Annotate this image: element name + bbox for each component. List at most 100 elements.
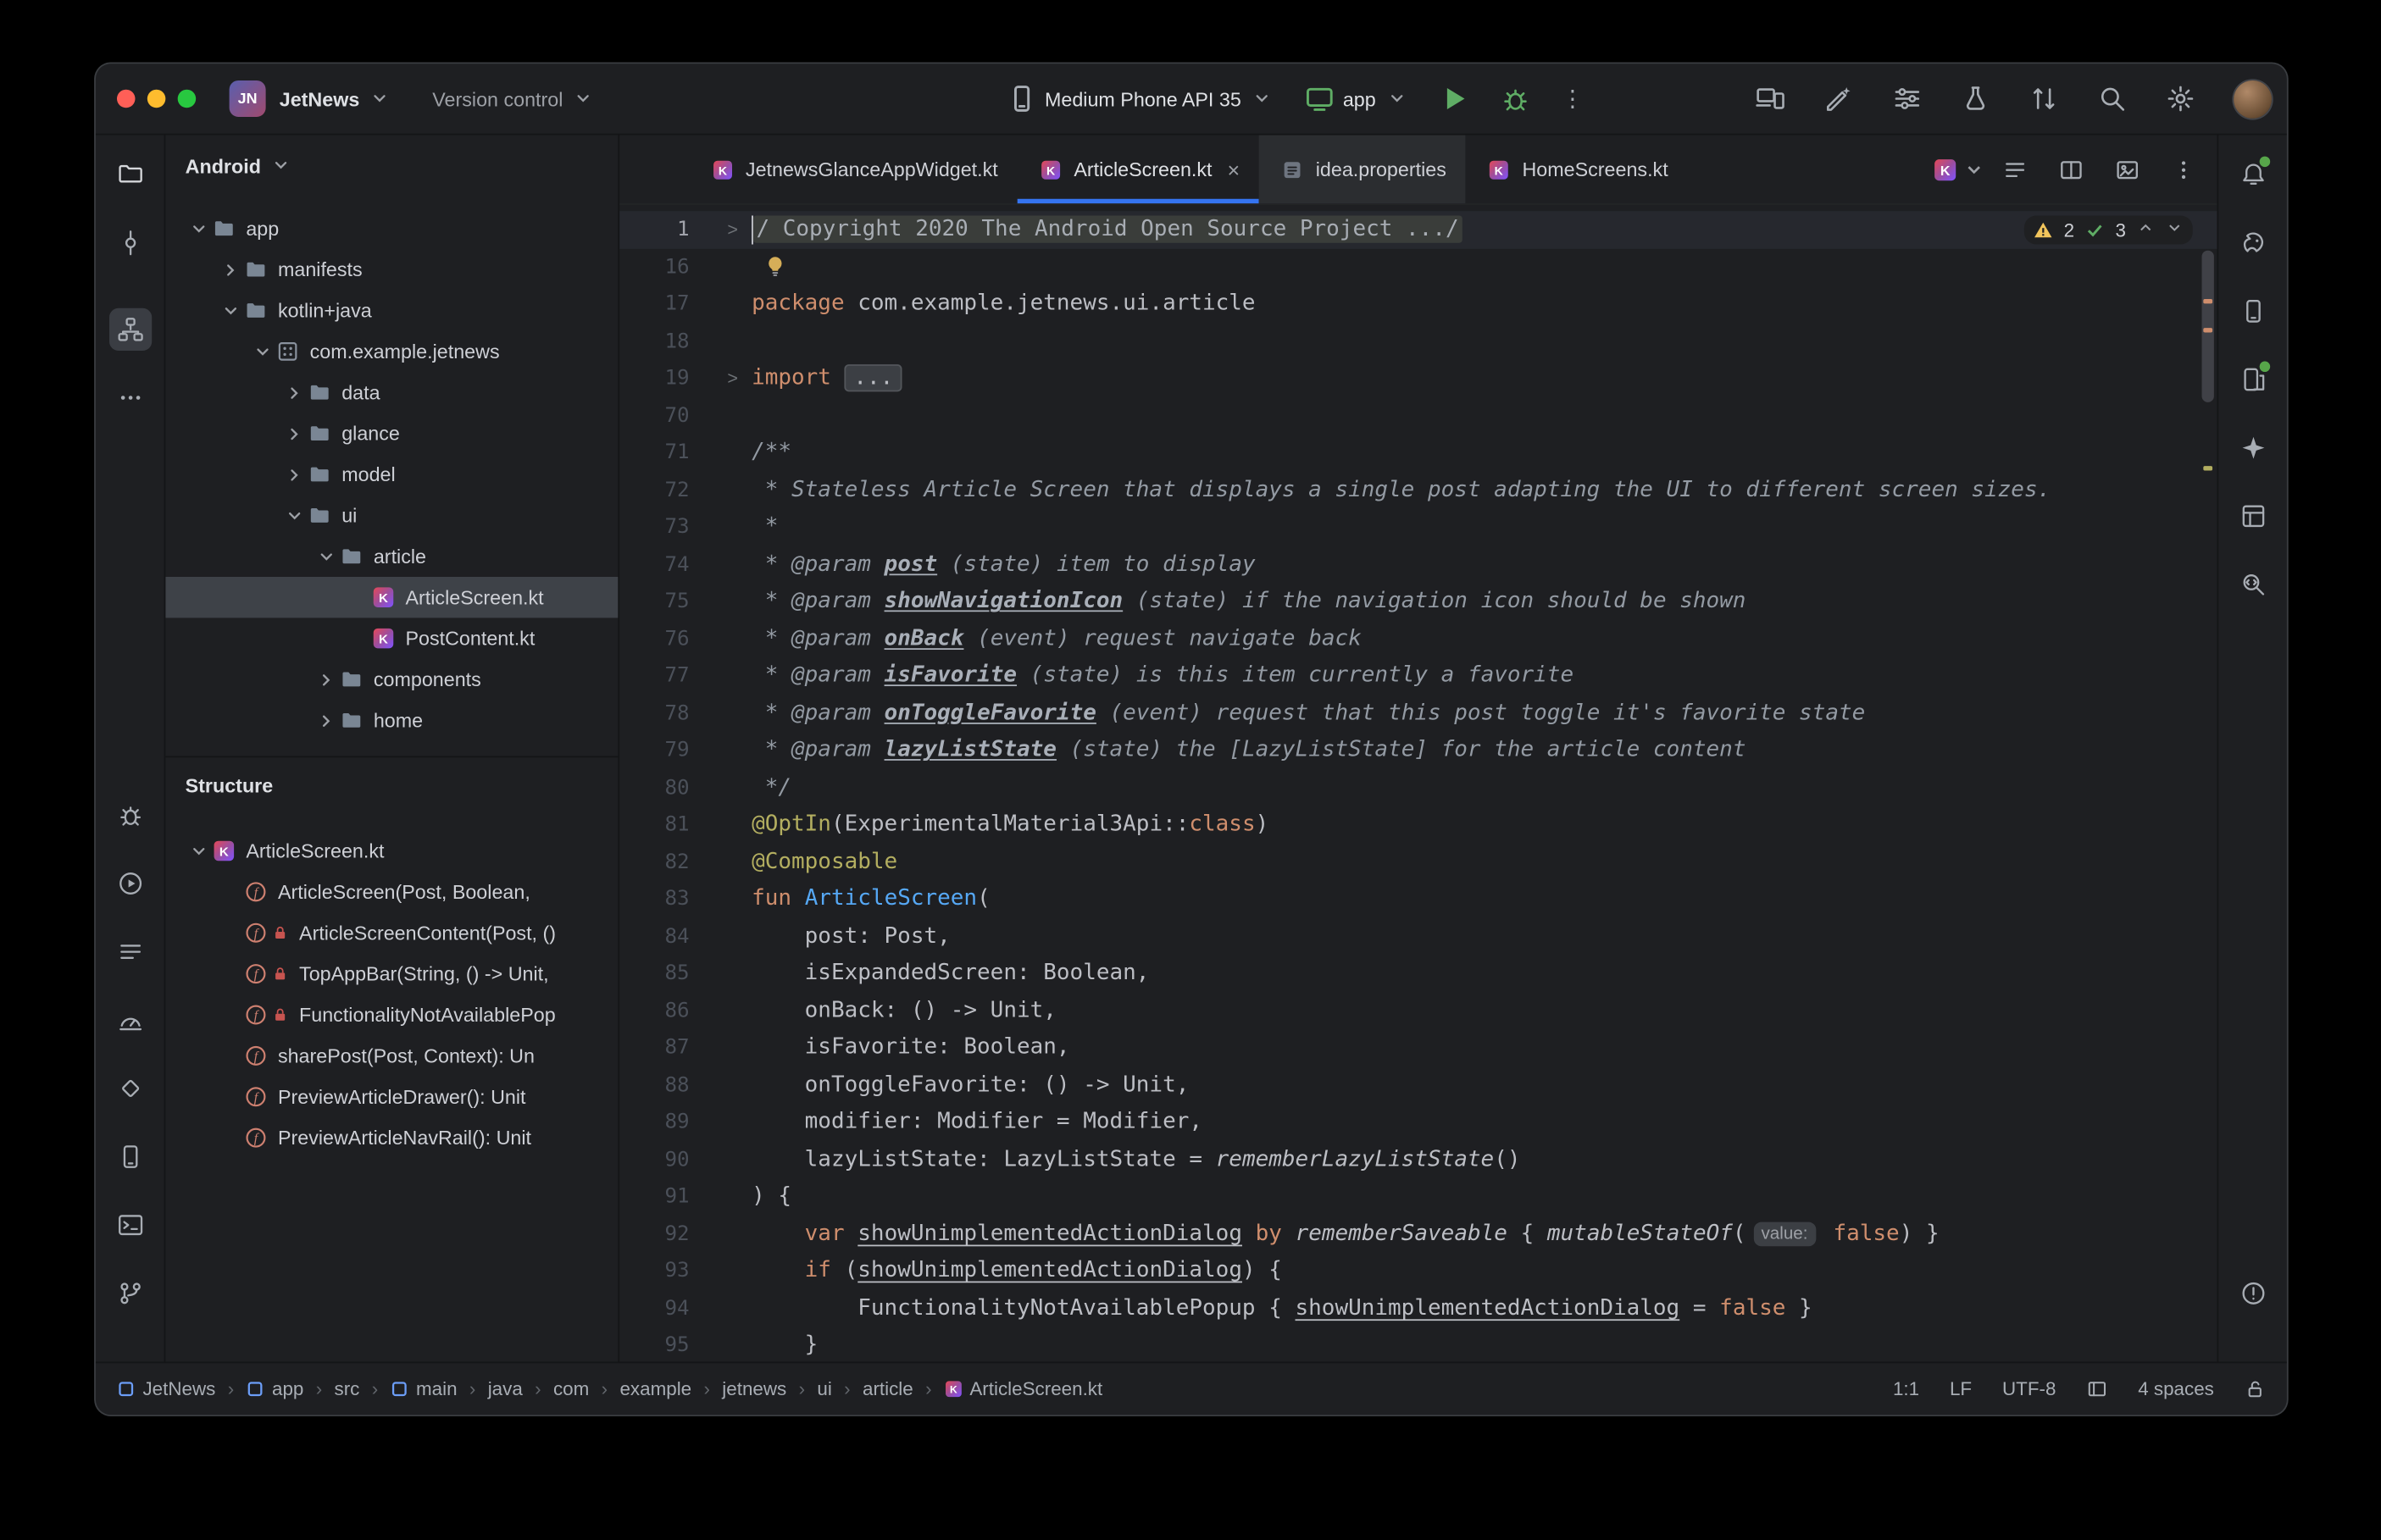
- inspections-widget[interactable]: 2 3: [2024, 215, 2193, 244]
- code-line[interactable]: 79 * @param lazyListState (state) the [L…: [619, 732, 2217, 769]
- device-mirroring-icon[interactable]: [1756, 84, 1786, 114]
- code-line[interactable]: 16: [619, 248, 2217, 285]
- breadcrumb-jetnews[interactable]: JetNews: [117, 1378, 215, 1399]
- tree-item-previewarticledrawer-unit[interactable]: fPreviewArticleDrawer(): Unit: [165, 1077, 618, 1117]
- chevron-right-icon[interactable]: [313, 668, 338, 690]
- tree-item-sharepost-post-context-un[interactable]: fsharePost(Post, Context): Un: [165, 1035, 618, 1076]
- code-line[interactable]: 72 * Stateless Article Screen that displ…: [619, 471, 2217, 508]
- code-line[interactable]: 80 */: [619, 769, 2217, 806]
- code-line[interactable]: 82@Composable: [619, 844, 2217, 881]
- chevron-down-icon[interactable]: [313, 546, 338, 567]
- display-settings-icon[interactable]: [1892, 84, 1923, 114]
- chevron-down-icon[interactable]: [249, 341, 275, 362]
- find-icon[interactable]: [2231, 563, 2273, 606]
- ai-assist-icon[interactable]: [1823, 84, 1854, 114]
- close-window-button[interactable]: [117, 90, 136, 108]
- caret-position[interactable]: 1:1: [1893, 1378, 1919, 1399]
- search-icon[interactable]: [2097, 84, 2128, 114]
- code-line[interactable]: 88 onToggleFavorite: () -> Unit,: [619, 1066, 2217, 1104]
- commit-icon[interactable]: [108, 222, 151, 264]
- tree-item-articlescreen-kt[interactable]: KArticleScreen.kt: [165, 577, 618, 618]
- project-widget[interactable]: JetNews: [266, 87, 393, 110]
- close-tab-icon[interactable]: ×: [1227, 158, 1240, 180]
- code-line[interactable]: 75 * @param showNavigationIcon (state) i…: [619, 583, 2217, 620]
- structure-panel-header[interactable]: Structure: [165, 756, 618, 812]
- device-icon[interactable]: [108, 1135, 151, 1177]
- breadcrumb-main[interactable]: main: [391, 1378, 458, 1399]
- chevron-right-icon[interactable]: [281, 423, 307, 444]
- run-configuration-selector[interactable]: app: [1305, 84, 1409, 114]
- editor-scrollbar[interactable]: [2202, 251, 2214, 402]
- terminal-icon[interactable]: [108, 1204, 151, 1246]
- app-inspection-icon[interactable]: [108, 1067, 151, 1110]
- tree-item-manifests[interactable]: manifests: [165, 249, 618, 290]
- indent-size[interactable]: 4 spaces: [2138, 1378, 2214, 1399]
- logcat-icon[interactable]: [108, 931, 151, 973]
- code-line[interactable]: 70: [619, 397, 2217, 435]
- breadcrumb-example[interactable]: example: [619, 1378, 691, 1399]
- chevron-down-icon[interactable]: [186, 840, 211, 861]
- structure-icon[interactable]: [108, 308, 151, 351]
- bug-report-icon[interactable]: [108, 794, 151, 836]
- list-icon[interactable]: [2000, 154, 2030, 185]
- code-review-icon[interactable]: [2029, 84, 2059, 114]
- fold-marker-icon[interactable]: >: [727, 211, 738, 248]
- device-explorer-icon[interactable]: [2231, 358, 2273, 401]
- previous-problem-icon[interactable]: [2136, 219, 2155, 241]
- code-line[interactable]: 78 * @param onToggleFavorite (event) req…: [619, 695, 2217, 732]
- tree-item-articlescreencontent-post[interactable]: fArticleScreenContent(Post, (): [165, 912, 618, 953]
- tree-item-model[interactable]: model: [165, 454, 618, 495]
- code-line[interactable]: 18: [619, 323, 2217, 360]
- settings-icon[interactable]: [2166, 84, 2196, 114]
- zoom-window-button[interactable]: [178, 90, 197, 108]
- code-line[interactable]: 91) {: [619, 1178, 2217, 1216]
- more-actions-icon[interactable]: ⋮: [1561, 85, 1584, 112]
- breadcrumb-jetnews[interactable]: jetnews: [722, 1378, 786, 1399]
- code-line[interactable]: 77 * @param isFavorite (state) is this i…: [619, 657, 2217, 695]
- code-line[interactable]: 86 onBack: () -> Unit,: [619, 992, 2217, 1029]
- code-line[interactable]: 85 isExpandedScreen: Boolean,: [619, 955, 2217, 992]
- breadcrumb-ui[interactable]: ui: [817, 1378, 831, 1399]
- breadcrumb-java[interactable]: java: [488, 1378, 523, 1399]
- notifications-icon[interactable]: [2231, 153, 2273, 196]
- code-line[interactable]: 92 var showUnimplementedActionDialog by …: [619, 1216, 2217, 1253]
- file-writable[interactable]: [2245, 1378, 2266, 1399]
- tree-item-functionalitynotavailablepop[interactable]: fFunctionalityNotAvailablePop: [165, 994, 618, 1035]
- tab-idea-properties[interactable]: idea.properties: [1259, 135, 1466, 203]
- minimize-window-button[interactable]: [147, 90, 166, 108]
- preview-icon[interactable]: [2112, 154, 2143, 185]
- chevron-down-icon[interactable]: [186, 218, 211, 239]
- fold-marker-icon[interactable]: >: [727, 360, 738, 397]
- breadcrumb-app[interactable]: app: [247, 1378, 304, 1399]
- chevron-down-icon[interactable]: [217, 300, 242, 321]
- run-button[interactable]: [1440, 84, 1470, 114]
- code-line[interactable]: 81@OptIn(ExperimentalMaterial3Api::class…: [619, 806, 2217, 844]
- code-line[interactable]: 89 modifier: Modifier = Modifier,: [619, 1104, 2217, 1141]
- code-line[interactable]: 71/**: [619, 435, 2217, 472]
- gradle-icon[interactable]: [2231, 222, 2273, 264]
- tree-item-components[interactable]: components: [165, 659, 618, 700]
- tree-item-data[interactable]: data: [165, 372, 618, 413]
- tree-item-postcontent-kt[interactable]: KPostContent.kt: [165, 618, 618, 658]
- intention-bulb-icon[interactable]: [763, 256, 786, 279]
- tree-item-topappbar-string-unit[interactable]: fTopAppBar(String, () -> Unit,: [165, 953, 618, 994]
- code-line[interactable]: 95 }: [619, 1327, 2217, 1361]
- tree-item-ui[interactable]: ui: [165, 495, 618, 535]
- code-line[interactable]: 90 lazyListState: LazyListState = rememb…: [619, 1141, 2217, 1178]
- build-analyzer-icon[interactable]: [1961, 84, 1991, 114]
- breadcrumb-articlescreen-kt[interactable]: KArticleScreen.kt: [944, 1378, 1102, 1399]
- tree-item-home[interactable]: home: [165, 700, 618, 740]
- vcs-widget[interactable]: Version control: [393, 87, 597, 110]
- code-line[interactable]: 73 *: [619, 508, 2217, 546]
- breadcrumb-com[interactable]: com: [553, 1378, 589, 1399]
- gemini-icon[interactable]: [2231, 427, 2273, 469]
- device-selector[interactable]: Medium Phone API 35: [1007, 84, 1274, 114]
- chevron-right-icon[interactable]: [281, 463, 307, 485]
- running-devices-icon[interactable]: [2231, 495, 2273, 537]
- tree-item-article[interactable]: article: [165, 536, 618, 577]
- tree-item-com-example-jetnews[interactable]: com.example.jetnews: [165, 331, 618, 372]
- more-vertical-icon[interactable]: [2168, 154, 2199, 185]
- code-editor[interactable]: 1>/ Copyright 2020 The Android Open Sour…: [619, 205, 2217, 1362]
- tree-item-previewarticlenavrail-unit[interactable]: fPreviewArticleNavRail(): Unit: [165, 1117, 618, 1158]
- chevron-right-icon[interactable]: [313, 710, 338, 731]
